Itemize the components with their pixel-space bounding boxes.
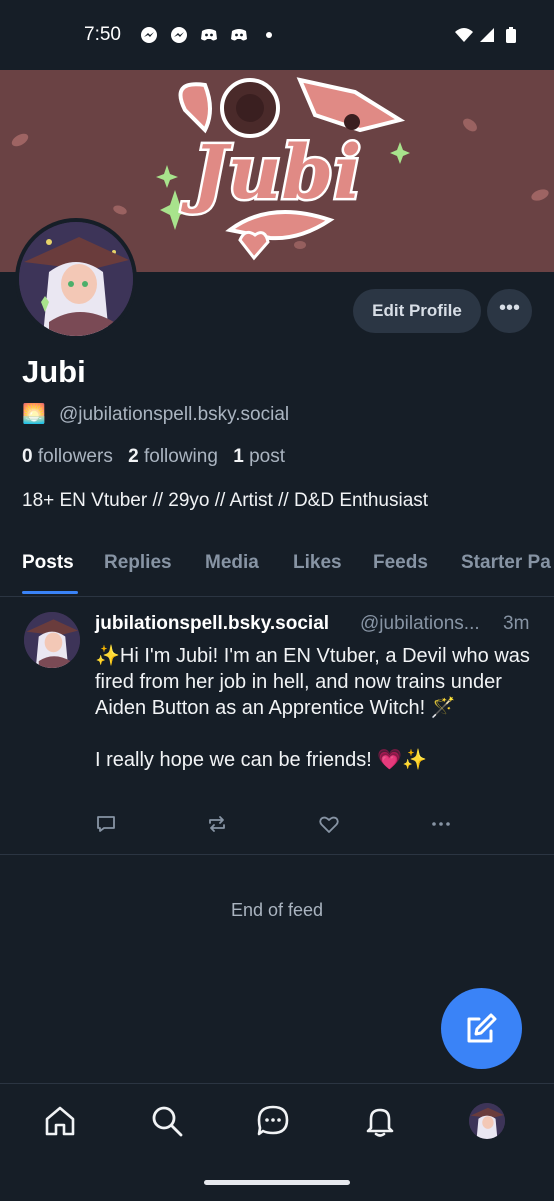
edit-profile-button[interactable]: Edit Profile (353, 289, 481, 333)
profile-bio: 18+ EN Vtuber // 29yo // Artist // D&D E… (22, 490, 429, 511)
compose-icon (467, 1013, 497, 1043)
messenger-icon (141, 27, 157, 43)
bell-icon[interactable] (363, 1104, 397, 1138)
chat-icon[interactable] (256, 1104, 290, 1138)
discord-icon (231, 29, 247, 41)
handle-row: 🌅 @jubilationspell.bsky.social (22, 402, 289, 426)
following-link[interactable]: 2 following (128, 446, 218, 467)
status-bar: 7:50 (0, 0, 554, 70)
post-author-avatar[interactable] (24, 612, 80, 668)
repost-icon[interactable] (206, 813, 228, 835)
tab-likes[interactable]: Likes (293, 552, 342, 574)
avatar-illustration (19, 222, 133, 336)
post-author-name[interactable]: jubilationspell.bsky.social (95, 613, 329, 635)
bottom-navigation (0, 1083, 554, 1201)
followers-link[interactable]: 0 followers (22, 446, 113, 467)
messenger-icon (171, 27, 187, 43)
tab-media[interactable]: Media (205, 552, 259, 574)
tab-starter-packs[interactable]: Starter Pa (461, 552, 551, 574)
gesture-home-indicator[interactable] (204, 1180, 350, 1185)
posts-count: 1 post (233, 446, 285, 467)
handle-text: @jubilationspell.bsky.social (58, 404, 290, 425)
banner-logo-text: Jubi (181, 130, 362, 216)
stats-row: 0 followers 2 following 1 post (22, 446, 285, 468)
search-icon[interactable] (150, 1104, 184, 1138)
profile-avatar[interactable] (469, 1103, 505, 1139)
home-icon[interactable] (43, 1104, 77, 1138)
nav-avatar-illustration (469, 1103, 505, 1139)
end-of-feed-label: End of feed (230, 900, 324, 920)
wifi-icon (455, 28, 473, 42)
handle-emoji: 🌅 (22, 404, 46, 425)
profile-tabs: Posts Replies Media Likes Feeds Starter … (0, 536, 554, 597)
profile-more-button[interactable]: ••• (487, 289, 532, 333)
post-avatar-illustration (24, 612, 80, 668)
post-author-handle: @jubilations... (360, 613, 480, 634)
tab-feeds[interactable]: Feeds (373, 552, 428, 574)
tab-replies[interactable]: Replies (104, 552, 172, 574)
active-tab-indicator (22, 591, 78, 594)
discord-icon (201, 29, 217, 41)
compose-button[interactable] (441, 988, 522, 1069)
feed-post[interactable]: jubilationspell.bsky.social @jubilations… (0, 597, 554, 855)
more-icon[interactable] (430, 813, 452, 835)
like-icon[interactable] (318, 813, 340, 835)
post-text: ✨Hi I'm Jubi! I'm an EN Vtuber, a Devil … (95, 645, 530, 771)
tab-posts[interactable]: Posts (22, 552, 74, 574)
battery-icon (506, 27, 516, 43)
post-timestamp: 3m (503, 613, 530, 634)
display-name: Jubi (22, 354, 86, 389)
signal-icon (480, 28, 494, 42)
profile-avatar[interactable] (19, 222, 133, 336)
dot-icon (266, 32, 272, 38)
status-time: 7:50 (84, 24, 121, 45)
reply-icon[interactable] (95, 813, 117, 835)
